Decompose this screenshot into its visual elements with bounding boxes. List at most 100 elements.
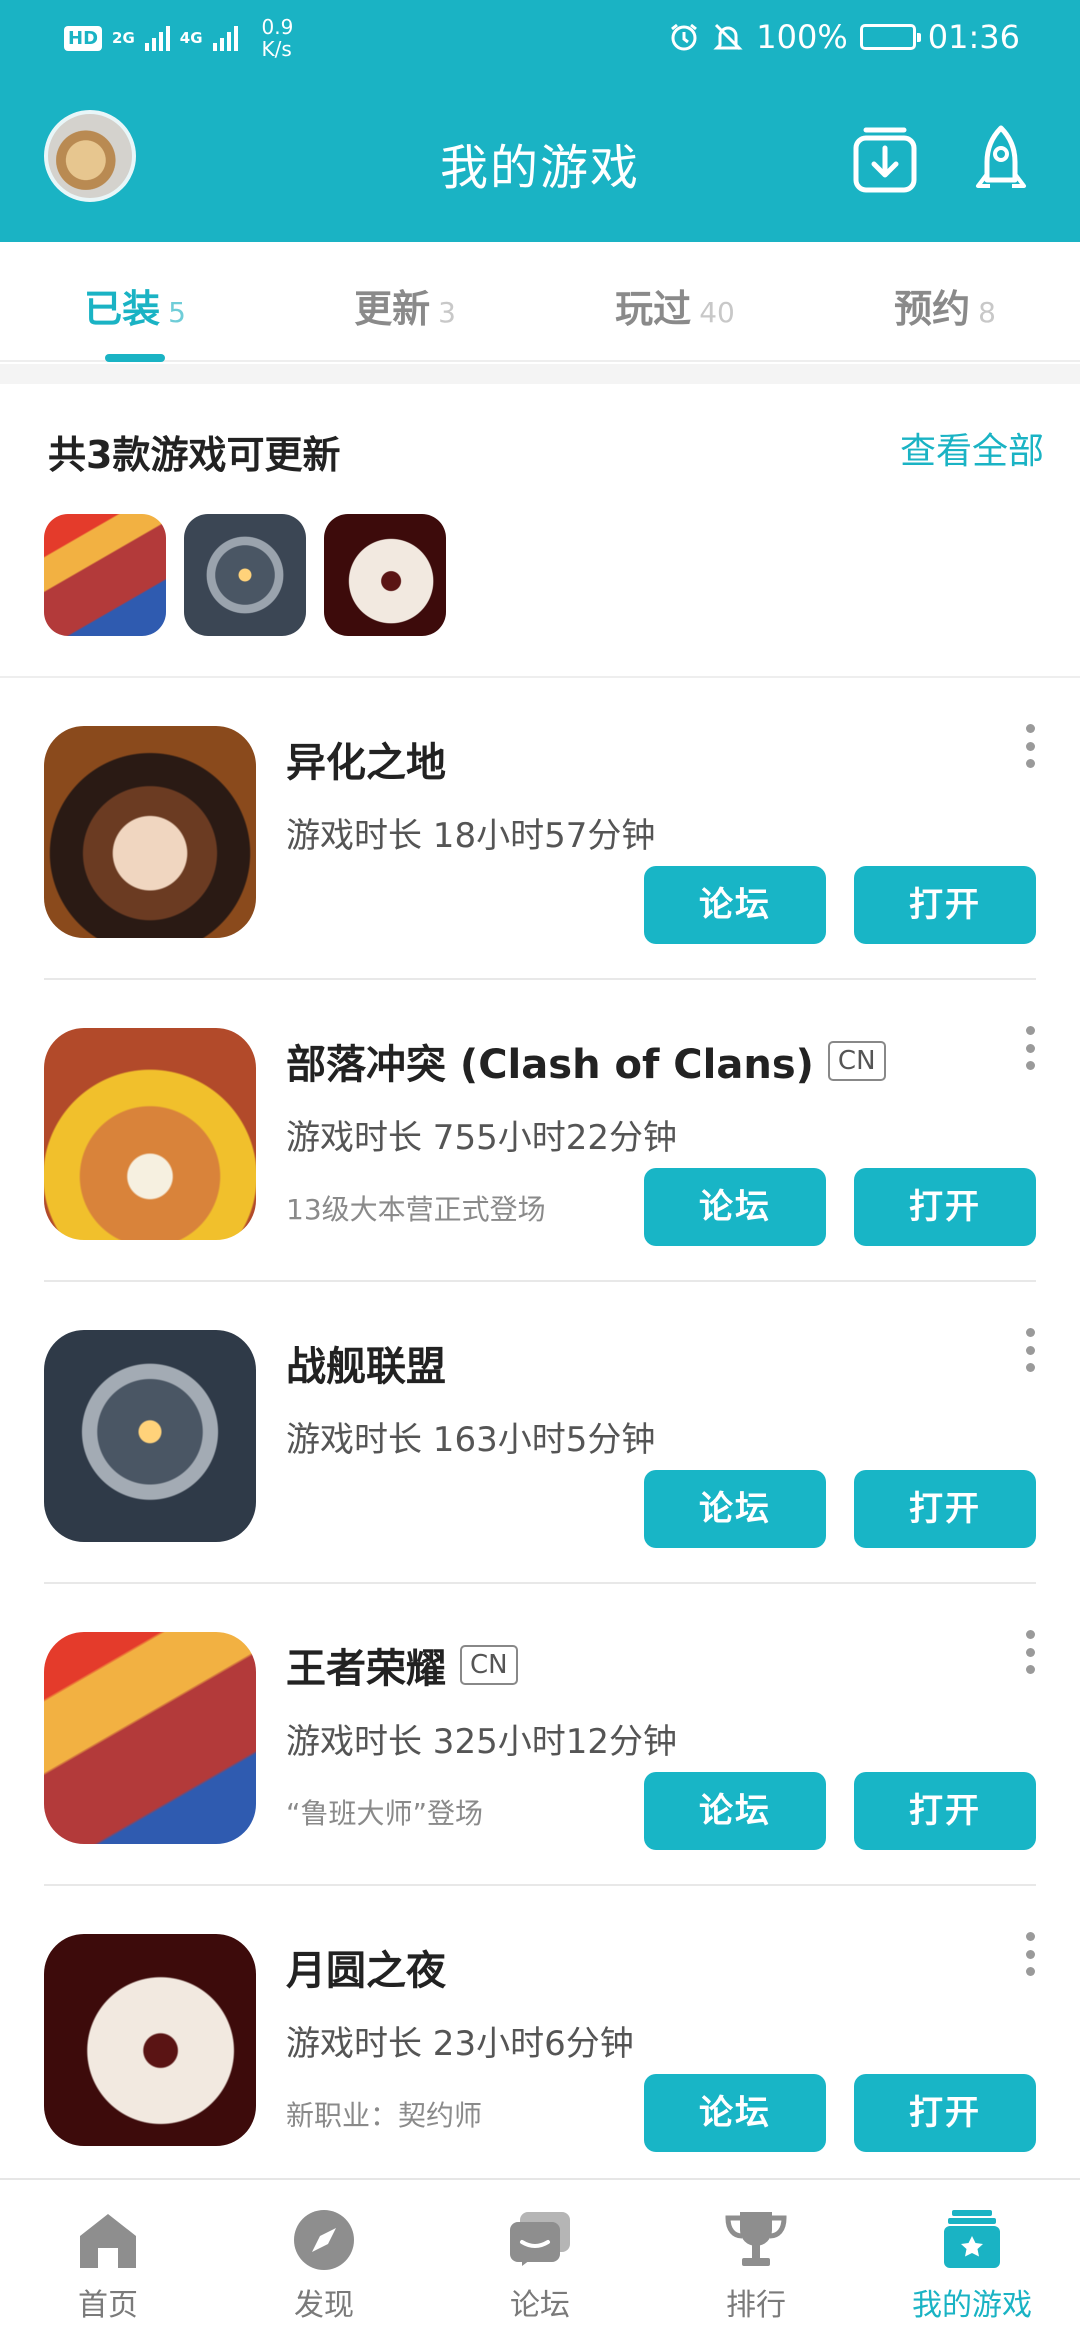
nav-label: 我的游戏: [912, 2288, 1032, 2323]
rocket-boost-icon[interactable]: [968, 124, 1034, 196]
tab-label: 更新: [354, 287, 431, 331]
nav-home[interactable]: 首页: [0, 2180, 216, 2340]
tab-played[interactable]: 玩过 40: [540, 242, 810, 360]
play-time: 游戏时长 18小时57分钟: [286, 816, 656, 856]
network-speed-unit: K/s: [261, 37, 292, 61]
game-name: 月圆之夜: [286, 1938, 446, 1996]
tab-count: 3: [438, 296, 456, 329]
game-name: 战舰联盟: [286, 1334, 446, 1392]
clock: 01:36: [927, 18, 1020, 56]
battery-icon: [859, 24, 921, 50]
list-item[interactable]: 王者荣耀 CN 游戏时长 325小时12分钟 “鲁班大师”登场 论坛 打开: [0, 1586, 1080, 1886]
status-right: 100% 01:36: [668, 18, 1020, 56]
nav-discover[interactable]: 发现: [216, 2180, 432, 2340]
compass-icon: [294, 2210, 354, 2270]
game-news: 新职业：契约师: [286, 2099, 483, 2132]
list-item[interactable]: 异化之地 游戏时长 18小时57分钟 论坛 打开: [0, 680, 1080, 980]
nav-forum[interactable]: 论坛: [432, 2180, 648, 2340]
clash-of-clans-icon[interactable]: [44, 1028, 256, 1240]
trophy-icon: [725, 2212, 787, 2266]
section-gap: [0, 364, 1080, 384]
divider: [44, 1280, 1036, 1282]
sim1-network-type: 2G: [112, 28, 135, 47]
game-title: 部落冲突 (Clash of Clans): [286, 1042, 814, 1088]
tab-label: 预约: [894, 287, 971, 331]
game-name: 部落冲突 (Clash of Clans) CN: [286, 1032, 886, 1090]
honor-of-kings-icon[interactable]: [44, 514, 166, 636]
nav-my-games[interactable]: 我的游戏: [864, 2180, 1080, 2340]
home-icon: [80, 2214, 136, 2268]
forum-button[interactable]: 论坛: [644, 2074, 826, 2152]
view-all-link[interactable]: 查看全部: [900, 422, 1044, 474]
more-options-icon[interactable]: [1024, 1630, 1036, 1674]
sim1-signal-icon: [144, 25, 170, 51]
more-options-icon[interactable]: [1024, 1932, 1036, 1976]
honor-of-kings-icon[interactable]: [44, 1632, 256, 1844]
list-item[interactable]: 部落冲突 (Clash of Clans) CN 游戏时长 755小时22分钟 1…: [0, 982, 1080, 1282]
open-button[interactable]: 打开: [854, 2074, 1036, 2152]
alien-land-icon[interactable]: [44, 726, 256, 938]
open-button[interactable]: 打开: [854, 1772, 1036, 1850]
game-name: 王者荣耀 CN: [286, 1636, 518, 1694]
nav-ranking[interactable]: 排行: [648, 2180, 864, 2340]
game-title: 月圆之夜: [286, 1948, 446, 1994]
tab-installed[interactable]: 已装 5: [0, 242, 270, 360]
my-games-icon: [944, 2210, 1000, 2268]
nav-label: 首页: [78, 2288, 138, 2323]
status-left: HD 2G 4G 0.9 K/s: [64, 16, 293, 60]
tab-label: 玩过: [615, 287, 692, 331]
more-options-icon[interactable]: [1024, 1328, 1036, 1372]
play-time: 游戏时长 163小时5分钟: [286, 1420, 656, 1460]
status-bar: HD 2G 4G 0.9 K/s 100% 01:36: [0, 0, 1080, 78]
game-news: 13级大本营正式登场: [286, 1193, 546, 1226]
alarm-icon: [671, 23, 698, 51]
open-button[interactable]: 打开: [854, 1168, 1036, 1246]
page-title: 我的游戏: [439, 140, 640, 196]
nav-label: 论坛: [510, 2288, 570, 2323]
network-speed: 0.9 K/s: [262, 16, 294, 60]
forum-button[interactable]: 论坛: [644, 1168, 826, 1246]
moon-night-icon[interactable]: [324, 514, 446, 636]
bottom-navigation: 首页 发现 论坛 排行 我的游戏: [0, 2178, 1080, 2340]
forum-button[interactable]: 论坛: [644, 1772, 826, 1850]
tab-reserved[interactable]: 预约 8: [810, 242, 1080, 360]
sim2-signal-icon: [212, 25, 238, 51]
game-title: 战舰联盟: [286, 1344, 446, 1390]
play-time: 游戏时长 755小时22分钟: [286, 1118, 677, 1158]
play-time: 游戏时长 23小时6分钟: [286, 2024, 634, 2064]
update-game-icons: [44, 514, 446, 636]
open-button[interactable]: 打开: [854, 866, 1036, 944]
forum-button[interactable]: 论坛: [644, 1470, 826, 1548]
list-item[interactable]: 战舰联盟 游戏时长 163小时5分钟 论坛 打开: [0, 1284, 1080, 1584]
sim2-network-type: 4G: [179, 28, 203, 47]
battery-percent: 100%: [756, 18, 848, 56]
tab-updates[interactable]: 更新 3: [270, 242, 540, 360]
app-header: HD 2G 4G 0.9 K/s 100% 01:36 我的游戏: [0, 0, 1080, 242]
active-tab-indicator: [105, 354, 165, 362]
more-options-icon[interactable]: [1024, 1026, 1036, 1070]
tab-count: 5: [168, 296, 186, 329]
open-button[interactable]: 打开: [854, 1470, 1036, 1548]
chat-icon: [510, 2212, 570, 2266]
warship-league-icon[interactable]: [184, 514, 306, 636]
updates-card[interactable]: 共3款游戏可更新 查看全部: [0, 384, 1080, 678]
updates-title: 共3款游戏可更新: [48, 433, 341, 477]
divider: [44, 1582, 1036, 1584]
download-manager-icon[interactable]: [852, 124, 918, 196]
warship-league-icon[interactable]: [44, 1330, 256, 1542]
tab-bar: 已装 5 更新 3 玩过 40 预约 8: [0, 242, 1080, 362]
game-title: 王者荣耀: [286, 1646, 446, 1692]
network-speed-value: 0.9: [261, 15, 294, 39]
list-item[interactable]: 月圆之夜 游戏时长 23小时6分钟 新职业：契约师 论坛 打开: [0, 1888, 1080, 2188]
forum-button[interactable]: 论坛: [644, 866, 826, 944]
nav-label: 排行: [726, 2288, 786, 2323]
nav-label: 发现: [294, 2288, 354, 2323]
more-options-icon[interactable]: [1024, 724, 1036, 768]
game-name: 异化之地: [286, 730, 446, 788]
play-time: 游戏时长 325小时12分钟: [286, 1722, 677, 1762]
region-badge: CN: [460, 1645, 518, 1685]
region-badge: CN: [827, 1041, 886, 1081]
moon-night-icon[interactable]: [44, 1934, 256, 2146]
game-title: 异化之地: [286, 740, 446, 786]
hd-indicator: HD: [64, 25, 103, 51]
